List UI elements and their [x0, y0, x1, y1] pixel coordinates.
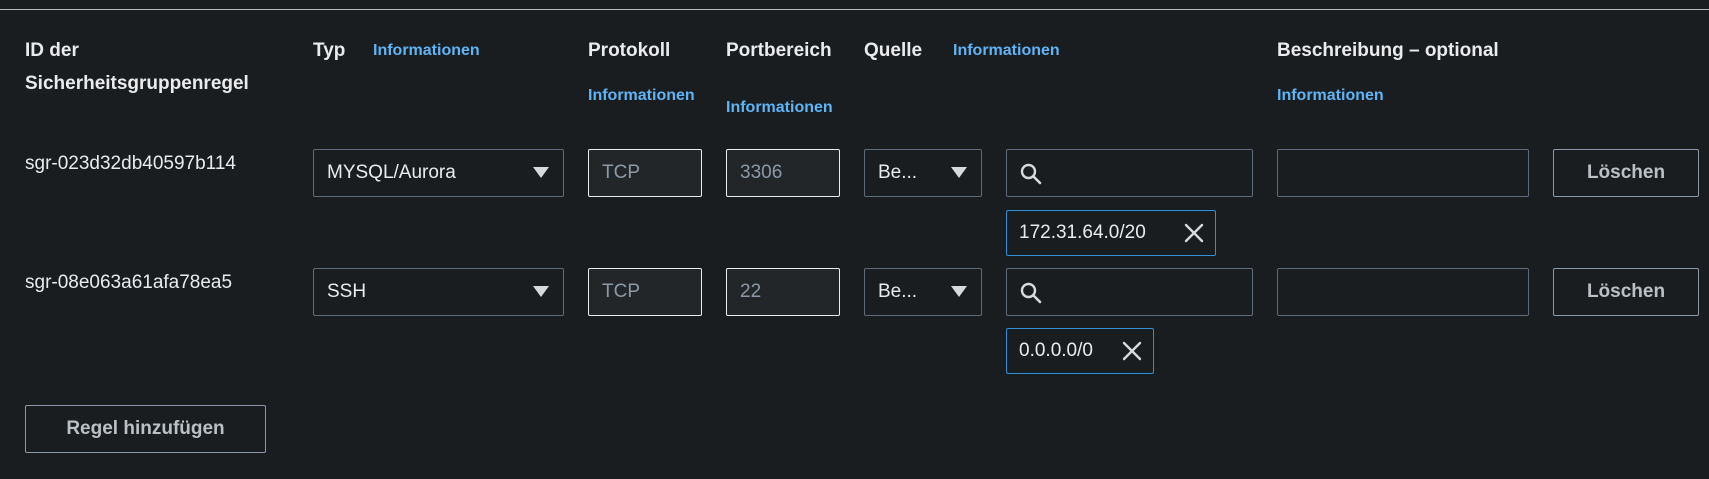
source-type-select[interactable]: Be... [864, 149, 982, 197]
source-type-value: Be... [878, 162, 918, 183]
add-rule-button[interactable]: Regel hinzufügen [25, 405, 266, 453]
header-rule-id-line2: Sicherheitsgruppenregel [25, 73, 249, 94]
header-protocol: Protokoll [588, 40, 671, 61]
port-range-field: 3306 [726, 149, 840, 197]
search-icon [1020, 282, 1042, 304]
header-type: Typ [313, 40, 346, 61]
rule-id: sgr-023d32db40597b114 [25, 153, 236, 174]
port-range-field: 22 [726, 268, 840, 316]
description-input[interactable] [1277, 149, 1529, 197]
divider [0, 9, 1709, 10]
header-source: Quelle [864, 40, 923, 61]
close-icon[interactable] [1183, 222, 1205, 244]
rule-id: sgr-08e063a61afa78ea5 [25, 272, 233, 293]
close-icon[interactable] [1121, 340, 1143, 362]
inbound-rules-editor: ID der Sicherheitsgruppenregel Typ Infor… [0, 0, 1709, 479]
caret-down-icon [533, 286, 549, 297]
type-select[interactable]: SSH [313, 268, 564, 316]
info-link-source[interactable]: Informationen [953, 42, 1060, 60]
header-description: Beschreibung – optional [1277, 40, 1499, 61]
info-link-protocol[interactable]: Informationen [588, 87, 695, 105]
info-link-port-range[interactable]: Informationen [726, 99, 833, 117]
source-type-select[interactable]: Be... [864, 268, 982, 316]
protocol-field: TCP [588, 268, 702, 316]
source-token: 0.0.0.0/0 [1006, 328, 1154, 374]
type-select-value: MYSQL/Aurora [327, 162, 456, 183]
source-search-input[interactable] [1006, 149, 1253, 197]
delete-rule-button[interactable]: Löschen [1553, 149, 1699, 197]
source-type-value: Be... [878, 281, 918, 302]
search-icon [1020, 163, 1042, 185]
caret-down-icon [951, 167, 967, 178]
delete-rule-button[interactable]: Löschen [1553, 268, 1699, 316]
protocol-value: TCP [602, 162, 640, 183]
info-link-type[interactable]: Informationen [373, 42, 480, 60]
type-select-value: SSH [327, 281, 367, 302]
source-token-value: 172.31.64.0/20 [1019, 222, 1146, 243]
protocol-field: TCP [588, 149, 702, 197]
caret-down-icon [533, 167, 549, 178]
source-token: 172.31.64.0/20 [1006, 210, 1216, 256]
source-search-input[interactable] [1006, 268, 1253, 316]
port-range-value: 3306 [740, 162, 783, 183]
source-token-value: 0.0.0.0/0 [1019, 340, 1093, 361]
header-port-range: Portbereich [726, 40, 832, 61]
type-select[interactable]: MYSQL/Aurora [313, 149, 564, 197]
description-input[interactable] [1277, 268, 1529, 316]
protocol-value: TCP [602, 281, 640, 302]
caret-down-icon [951, 286, 967, 297]
info-link-description[interactable]: Informationen [1277, 87, 1384, 105]
header-rule-id: ID der Sicherheitsgruppenregel [25, 34, 249, 100]
header-rule-id-line1: ID der [25, 40, 79, 61]
port-range-value: 22 [740, 281, 762, 302]
